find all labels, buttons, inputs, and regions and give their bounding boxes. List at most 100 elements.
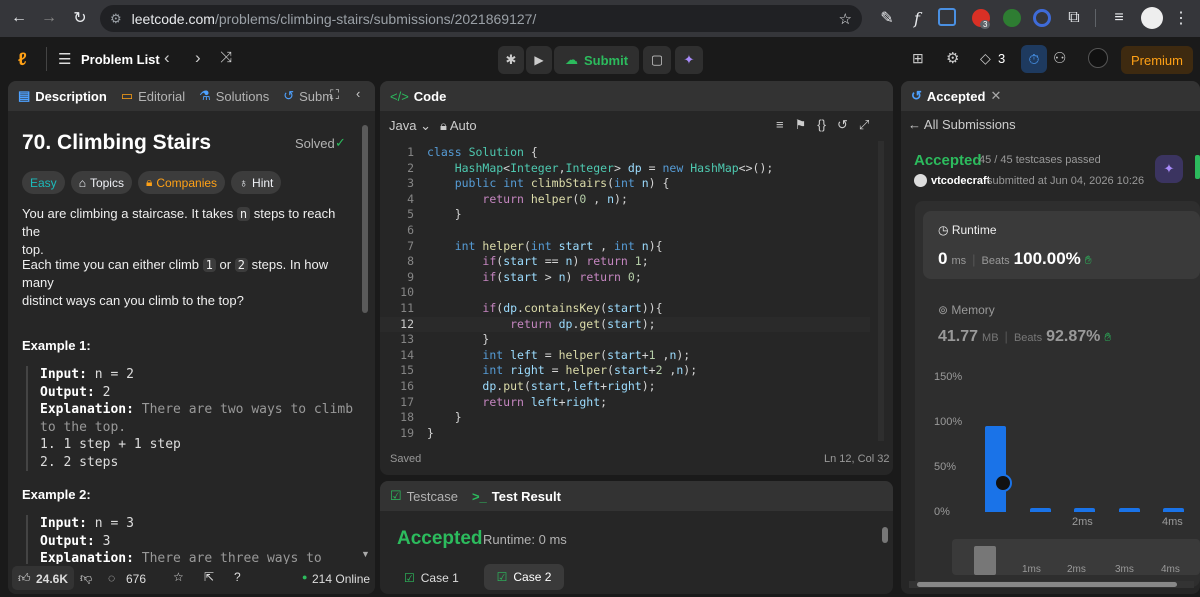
- user-avatar[interactable]: [1088, 48, 1108, 68]
- media-control-icon[interactable]: ≡: [1108, 7, 1130, 29]
- comment-icon[interactable]: ◌: [108, 571, 115, 585]
- code-line: 8 if(start == n) return 1;: [407, 254, 649, 269]
- site-info-icon[interactable]: ⚙: [110, 11, 122, 27]
- braces-icon[interactable]: {}: [817, 117, 826, 133]
- ex1-expl-2: to the top.: [40, 419, 127, 435]
- notes-button[interactable]: ▢: [643, 46, 671, 74]
- difficulty-chip[interactable]: Easy: [22, 171, 65, 194]
- chart-bar-2ms[interactable]: [1074, 508, 1095, 512]
- run-button[interactable]: ▶: [526, 46, 552, 74]
- thumbs-down-icon[interactable]: 👎︎: [80, 571, 92, 586]
- shuffle-icon[interactable]: ⤨: [220, 49, 232, 66]
- submitter-avatar[interactable]: [914, 174, 927, 187]
- timer-icon[interactable]: ⏱: [1021, 45, 1047, 73]
- play-icon: ▶: [534, 53, 544, 67]
- scroll-down-icon[interactable]: ▼: [361, 549, 370, 559]
- range-handle[interactable]: [974, 546, 996, 575]
- flask-icon: ⚗: [199, 88, 211, 103]
- tab-submissions[interactable]: ↺ Subm: [283, 88, 333, 104]
- example-1-block: Input: n = 2 Output: 2 Explanation: Ther…: [26, 366, 356, 471]
- share-icon[interactable]: ⇱: [204, 570, 214, 584]
- analyze-sparkle-icon[interactable]: ✦: [1155, 155, 1183, 183]
- layout-icon[interactable]: ⊞: [912, 50, 924, 67]
- streak-fire-icon[interactable]: ◇: [980, 50, 991, 67]
- leetcode-logo-icon[interactable]: ℓ: [18, 49, 36, 69]
- settings-gear-icon[interactable]: ⚙: [946, 49, 959, 67]
- favorite-star-icon[interactable]: ☆: [173, 570, 184, 584]
- case-2-button[interactable]: ☑ Case 2: [484, 564, 564, 590]
- blue-ring-extension-icon[interactable]: [1033, 9, 1051, 27]
- auto-mode[interactable]: 🔒︎ Auto: [440, 118, 477, 134]
- runtime-distribution-chart: 150% 100% 50% 0% 2ms 4ms 1ms 2ms 3ms 4ms: [915, 361, 1200, 586]
- note-icon: ▢: [650, 52, 664, 67]
- example-1-title: Example 1:: [22, 338, 91, 353]
- premium-button[interactable]: Premium: [1121, 46, 1193, 74]
- code-editor[interactable]: 1 class Solution { 2 HashMap<Integer,Inte…: [380, 145, 870, 441]
- extensions-puzzle-icon[interactable]: ⧉: [1063, 7, 1085, 29]
- forward-icon[interactable]: →: [38, 7, 60, 29]
- list-icon[interactable]: ☰: [58, 50, 71, 68]
- expand-icon[interactable]: ⛶: [330, 87, 339, 103]
- reset-icon[interactable]: ↺: [837, 117, 848, 133]
- add-friend-icon[interactable]: ⚇: [1053, 49, 1066, 67]
- chip-icon: ⊚: [938, 303, 949, 317]
- lightbulb-icon: ♁: [239, 175, 249, 190]
- bookmark-icon[interactable]: ⚑: [795, 117, 807, 133]
- prev-problem-icon[interactable]: ‹: [164, 48, 170, 68]
- case-1-button[interactable]: ☑ Case 1: [404, 565, 459, 591]
- green-extension-icon[interactable]: [1003, 9, 1021, 27]
- topics-chip[interactable]: ⌂ Topics: [70, 171, 132, 194]
- submit-button[interactable]: ☁ Submit: [554, 46, 639, 74]
- chart-hscroll-thumb[interactable]: [917, 582, 1177, 587]
- ai-assist-button[interactable]: ✦: [675, 46, 703, 74]
- code-scrollbar[interactable]: [878, 141, 884, 441]
- tab-editorial[interactable]: ▭ Editorial: [121, 88, 185, 104]
- test-scrollbar[interactable]: [882, 527, 888, 543]
- accepted-tab-label: Accepted: [926, 88, 986, 104]
- tab-description[interactable]: ▤ Description: [18, 88, 107, 104]
- chart-bar-0ms[interactable]: [985, 425, 1006, 512]
- problem-list-link[interactable]: Problem List: [81, 52, 160, 67]
- browser-menu-icon[interactable]: ⋮: [1170, 7, 1192, 29]
- chart-bar-1ms[interactable]: [1029, 508, 1051, 512]
- profile-avatar[interactable]: [1141, 7, 1163, 29]
- help-icon[interactable]: ?: [234, 570, 241, 584]
- result-runtime: Runtime: 0 ms: [483, 532, 567, 547]
- bookmark-star-icon[interactable]: ☆: [839, 10, 852, 28]
- language-selector[interactable]: Java ⌄: [389, 118, 431, 134]
- reload-icon[interactable]: ↻: [69, 7, 91, 29]
- save-status: Saved: [390, 453, 422, 465]
- back-icon[interactable]: ←: [8, 7, 30, 29]
- companies-chip[interactable]: 🔒︎ Companies: [137, 171, 226, 194]
- address-bar[interactable]: ⚙ leetcode.com/problems/climbing-stairs/…: [100, 5, 862, 32]
- tab-testcase[interactable]: ☑ Testcase: [390, 488, 458, 504]
- chart-bar-4ms[interactable]: [1163, 508, 1184, 512]
- hint-chip[interactable]: ♁ Hint: [231, 171, 282, 194]
- eyedropper-extension-icon[interactable]: ✎: [876, 7, 898, 29]
- next-problem-icon[interactable]: ›: [195, 48, 201, 68]
- like-count: 24.6K: [36, 572, 69, 586]
- memory-label[interactable]: ⊚ Memory: [938, 303, 995, 317]
- collapse-icon[interactable]: ‹: [356, 86, 360, 101]
- tab-solutions[interactable]: ⚗ Solutions: [199, 88, 269, 104]
- debug-button[interactable]: ✱: [498, 46, 524, 74]
- window-extension-icon[interactable]: [938, 8, 956, 26]
- close-icon[interactable]: ✕: [990, 88, 1001, 104]
- ex1-step-1: 1. 1 step + 1 step: [40, 437, 181, 452]
- fullscreen-icon[interactable]: ⤢: [859, 117, 869, 133]
- tab-test-result[interactable]: >_ Test Result: [472, 489, 561, 504]
- submission-tabs: ↺ Accepted ✕: [901, 81, 1200, 111]
- memory-beats-label: Beats: [1013, 332, 1043, 344]
- description-scrollbar[interactable]: [362, 125, 368, 313]
- font-extension-icon[interactable]: f: [906, 7, 928, 29]
- code-line: 16 dp.put(start,left+right);: [400, 378, 656, 393]
- code-line: 15 int right = helper(start+2 ,n);: [400, 363, 698, 378]
- chart-bar-3ms[interactable]: [1118, 508, 1140, 512]
- format-icon[interactable]: ≡: [776, 117, 784, 133]
- mini-x-tick-label: 3ms: [1115, 564, 1134, 575]
- para2-text-c: distinct ways can you climb to the top?: [22, 293, 244, 308]
- tab-accepted[interactable]: ↺ Accepted ✕: [911, 88, 1001, 104]
- all-submissions-link[interactable]: ← All Submissions: [908, 117, 1016, 132]
- code-line: 10: [400, 285, 414, 300]
- submitter-name[interactable]: vtcodecraft: [931, 175, 990, 187]
